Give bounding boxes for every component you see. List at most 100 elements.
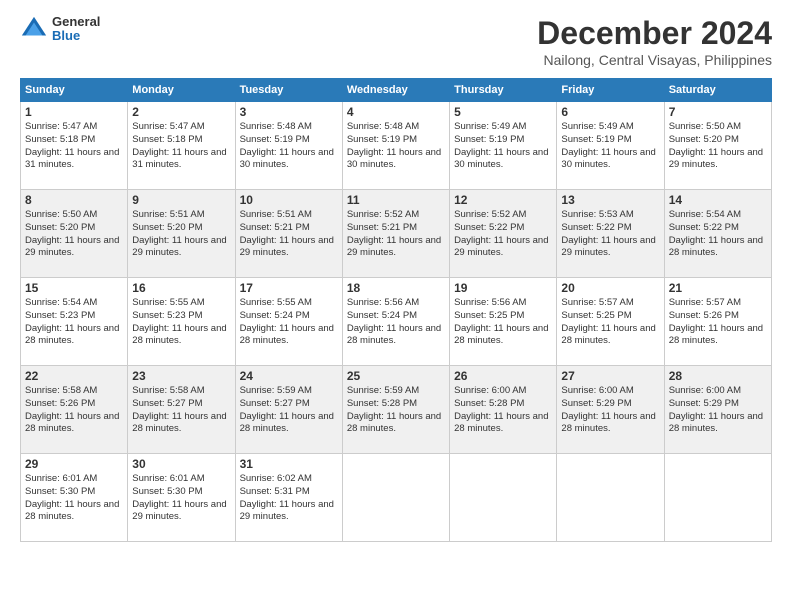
day-info: Sunrise: 5:58 AMSunset: 5:27 PMDaylight:… (132, 385, 230, 436)
day-number: 27 (561, 369, 659, 383)
day-cell: 29 Sunrise: 6:01 AMSunset: 5:30 PMDayligh… (21, 454, 128, 542)
day-cell: 6 Sunrise: 5:49 AMSunset: 5:19 PMDaylight… (557, 102, 664, 190)
day-number: 3 (240, 105, 338, 119)
day-info: Sunrise: 6:01 AMSunset: 5:30 PMDaylight:… (132, 473, 230, 524)
day-info: Sunrise: 6:01 AMSunset: 5:30 PMDaylight:… (25, 473, 123, 524)
day-cell: 20 Sunrise: 5:57 AMSunset: 5:25 PMDayligh… (557, 278, 664, 366)
day-info: Sunrise: 5:49 AMSunset: 5:19 PMDaylight:… (454, 121, 552, 172)
day-number: 8 (25, 193, 123, 207)
day-number: 29 (25, 457, 123, 471)
day-cell: 3Sunrise: 5:48 AMSunset: 5:19 PMDaylight… (235, 102, 342, 190)
col-header-wednesday: Wednesday (342, 79, 449, 102)
day-number: 22 (25, 369, 123, 383)
day-cell: 1 Sunrise: 5:47 AMSunset: 5:18 PMDaylight… (21, 102, 128, 190)
logo-blue: Blue (52, 29, 100, 43)
day-cell: 19 Sunrise: 5:56 AMSunset: 5:25 PMDayligh… (450, 278, 557, 366)
day-cell: 13Sunrise: 5:53 AMSunset: 5:22 PMDayligh… (557, 190, 664, 278)
week-row-1: 1 Sunrise: 5:47 AMSunset: 5:18 PMDaylight… (21, 102, 772, 190)
day-info: Sunrise: 5:59 AMSunset: 5:27 PMDaylight:… (240, 385, 338, 436)
day-number: 14 (669, 193, 767, 207)
day-cell: 11 Sunrise: 5:52 AMSunset: 5:21 PMDayligh… (342, 190, 449, 278)
day-number: 18 (347, 281, 445, 295)
day-info: Sunrise: 5:55 AMSunset: 5:23 PMDaylight:… (132, 297, 230, 348)
day-cell: 8 Sunrise: 5:50 AMSunset: 5:20 PMDaylight… (21, 190, 128, 278)
day-number: 16 (132, 281, 230, 295)
day-info: Sunrise: 5:49 AMSunset: 5:19 PMDaylight:… (561, 121, 659, 172)
week-row-5: 29 Sunrise: 6:01 AMSunset: 5:30 PMDayligh… (21, 454, 772, 542)
day-info: Sunrise: 5:52 AMSunset: 5:21 PMDaylight:… (347, 209, 445, 260)
col-header-thursday: Thursday (450, 79, 557, 102)
day-info: Sunrise: 5:57 AMSunset: 5:25 PMDaylight:… (561, 297, 659, 348)
day-number: 6 (561, 105, 659, 119)
day-info: Sunrise: 5:54 AMSunset: 5:23 PMDaylight:… (25, 297, 123, 348)
day-cell: 15 Sunrise: 5:54 AMSunset: 5:23 PMDayligh… (21, 278, 128, 366)
day-number: 1 (25, 105, 123, 119)
logo-general: General (52, 15, 100, 29)
col-header-friday: Friday (557, 79, 664, 102)
day-cell: 12 Sunrise: 5:52 AMSunset: 5:22 PMDayligh… (450, 190, 557, 278)
day-cell (557, 454, 664, 542)
day-cell: 16 Sunrise: 5:55 AMSunset: 5:23 PMDayligh… (128, 278, 235, 366)
day-cell: 10Sunrise: 5:51 AMSunset: 5:21 PMDayligh… (235, 190, 342, 278)
day-cell: 21 Sunrise: 5:57 AMSunset: 5:26 PMDayligh… (664, 278, 771, 366)
day-cell: 5Sunrise: 5:49 AMSunset: 5:19 PMDaylight… (450, 102, 557, 190)
day-cell: 7 Sunrise: 5:50 AMSunset: 5:20 PMDaylight… (664, 102, 771, 190)
location: Nailong, Central Visayas, Philippines (537, 52, 772, 68)
day-number: 20 (561, 281, 659, 295)
day-number: 24 (240, 369, 338, 383)
day-info: Sunrise: 6:00 AMSunset: 5:29 PMDaylight:… (561, 385, 659, 436)
col-header-sunday: Sunday (21, 79, 128, 102)
day-number: 7 (669, 105, 767, 119)
day-number: 19 (454, 281, 552, 295)
day-info: Sunrise: 5:55 AMSunset: 5:24 PMDaylight:… (240, 297, 338, 348)
day-number: 26 (454, 369, 552, 383)
day-number: 15 (25, 281, 123, 295)
day-cell: 2Sunrise: 5:47 AMSunset: 5:18 PMDaylight… (128, 102, 235, 190)
day-cell: 24 Sunrise: 5:59 AMSunset: 5:27 PMDayligh… (235, 366, 342, 454)
day-info: Sunrise: 6:00 AMSunset: 5:28 PMDaylight:… (454, 385, 552, 436)
day-cell: 28 Sunrise: 6:00 AMSunset: 5:29 PMDayligh… (664, 366, 771, 454)
day-info: Sunrise: 5:54 AMSunset: 5:22 PMDaylight:… (669, 209, 767, 260)
day-info: Sunrise: 5:56 AMSunset: 5:25 PMDaylight:… (454, 297, 552, 348)
day-number: 9 (132, 193, 230, 207)
day-cell: 31Sunrise: 6:02 AMSunset: 5:31 PMDayligh… (235, 454, 342, 542)
day-cell: 30Sunrise: 6:01 AMSunset: 5:30 PMDayligh… (128, 454, 235, 542)
day-cell: 4Sunrise: 5:48 AMSunset: 5:19 PMDaylight… (342, 102, 449, 190)
day-cell: 17 Sunrise: 5:55 AMSunset: 5:24 PMDayligh… (235, 278, 342, 366)
day-number: 25 (347, 369, 445, 383)
day-info: Sunrise: 6:00 AMSunset: 5:29 PMDaylight:… (669, 385, 767, 436)
day-number: 12 (454, 193, 552, 207)
day-info: Sunrise: 5:50 AMSunset: 5:20 PMDaylight:… (669, 121, 767, 172)
day-info: Sunrise: 5:58 AMSunset: 5:26 PMDaylight:… (25, 385, 123, 436)
day-cell: 22 Sunrise: 5:58 AMSunset: 5:26 PMDayligh… (21, 366, 128, 454)
day-number: 17 (240, 281, 338, 295)
col-header-saturday: Saturday (664, 79, 771, 102)
day-number: 11 (347, 193, 445, 207)
day-number: 21 (669, 281, 767, 295)
day-cell: 23 Sunrise: 5:58 AMSunset: 5:27 PMDayligh… (128, 366, 235, 454)
title-block: December 2024 Nailong, Central Visayas, … (537, 15, 772, 68)
col-header-tuesday: Tuesday (235, 79, 342, 102)
day-cell: 26 Sunrise: 6:00 AMSunset: 5:28 PMDayligh… (450, 366, 557, 454)
logo-icon (20, 15, 48, 43)
day-info: Sunrise: 5:47 AMSunset: 5:18 PMDaylight:… (25, 121, 123, 172)
month-year: December 2024 (537, 15, 772, 52)
day-info: Sunrise: 5:51 AMSunset: 5:21 PMDaylight:… (240, 209, 338, 260)
day-cell: 27 Sunrise: 6:00 AMSunset: 5:29 PMDayligh… (557, 366, 664, 454)
day-info: Sunrise: 6:02 AMSunset: 5:31 PMDaylight:… (240, 473, 338, 524)
day-cell (664, 454, 771, 542)
week-row-3: 15 Sunrise: 5:54 AMSunset: 5:23 PMDayligh… (21, 278, 772, 366)
day-number: 28 (669, 369, 767, 383)
day-info: Sunrise: 5:52 AMSunset: 5:22 PMDaylight:… (454, 209, 552, 260)
day-info: Sunrise: 5:47 AMSunset: 5:18 PMDaylight:… (132, 121, 230, 172)
day-cell: 14 Sunrise: 5:54 AMSunset: 5:22 PMDayligh… (664, 190, 771, 278)
day-info: Sunrise: 5:50 AMSunset: 5:20 PMDaylight:… (25, 209, 123, 260)
day-info: Sunrise: 5:57 AMSunset: 5:26 PMDaylight:… (669, 297, 767, 348)
day-info: Sunrise: 5:51 AMSunset: 5:20 PMDaylight:… (132, 209, 230, 260)
day-number: 23 (132, 369, 230, 383)
day-number: 13 (561, 193, 659, 207)
header: General Blue December 2024 Nailong, Cent… (20, 15, 772, 68)
day-cell: 25 Sunrise: 5:59 AMSunset: 5:28 PMDayligh… (342, 366, 449, 454)
day-info: Sunrise: 5:56 AMSunset: 5:24 PMDaylight:… (347, 297, 445, 348)
day-info: Sunrise: 5:59 AMSunset: 5:28 PMDaylight:… (347, 385, 445, 436)
